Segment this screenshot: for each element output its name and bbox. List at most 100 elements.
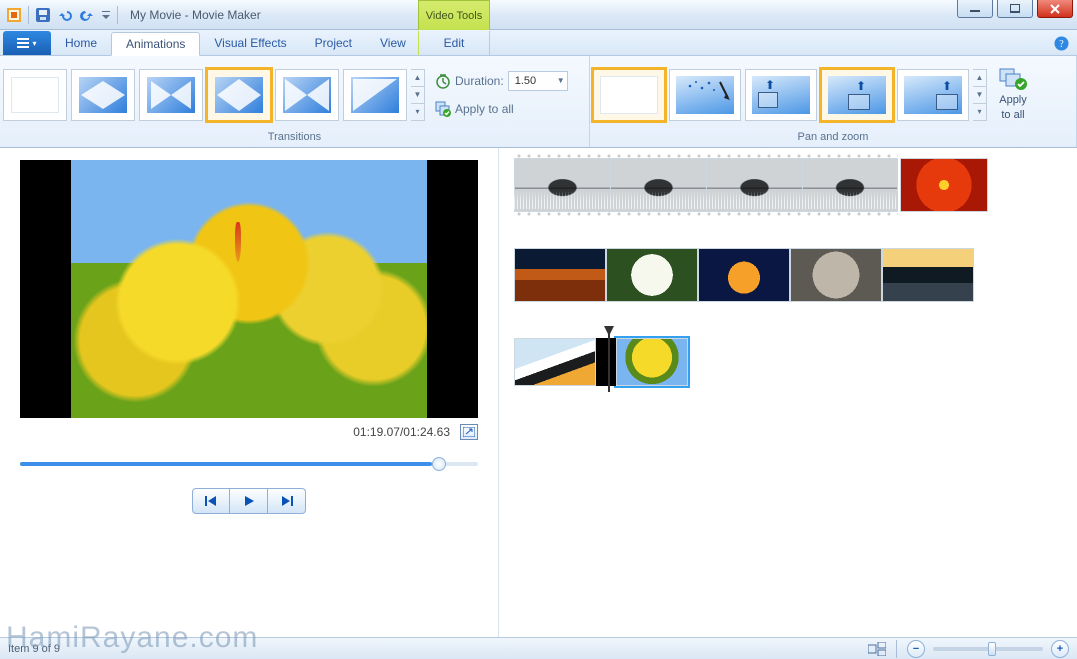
duration-label: Duration:: [455, 74, 504, 88]
transition-option[interactable]: [71, 69, 135, 121]
apply-all-icon: [435, 101, 451, 117]
quick-access-toolbar: [0, 5, 124, 25]
pan-zoom-option-selected[interactable]: ⬆: [821, 69, 893, 121]
clip[interactable]: [514, 338, 596, 386]
zoom-slider[interactable]: [933, 647, 1043, 651]
file-tab[interactable]: ▾: [3, 31, 51, 55]
context-tab-header: Video Tools: [418, 0, 490, 30]
zoom-thumb[interactable]: [988, 642, 996, 656]
duration-value: 1.50: [515, 75, 536, 87]
transition-option[interactable]: [343, 69, 407, 121]
close-button[interactable]: [1037, 0, 1073, 18]
duration-row: Duration: 1.50 ▼: [435, 70, 568, 92]
save-icon[interactable]: [33, 5, 53, 25]
tab-edit[interactable]: Edit: [418, 31, 490, 55]
tab-project[interactable]: Project: [301, 31, 366, 55]
title-bar: My Movie - Movie Maker Video Tools: [0, 0, 1077, 30]
chevron-down-icon: ▾: [32, 39, 36, 48]
help-icon[interactable]: ?: [1053, 35, 1069, 51]
clip-selected[interactable]: [616, 338, 688, 386]
apply-to-all-pan-zoom[interactable]: Apply to all: [987, 68, 1039, 120]
ribbon-tabs: ▾ Home Animations Visual Effects Project…: [0, 30, 1077, 56]
transitions-gallery: ▲ ▼ ▾: [3, 69, 425, 121]
transition-option-selected[interactable]: [207, 69, 271, 121]
workspace: 01:19.07/01:24.63: [0, 148, 1077, 637]
clip[interactable]: [882, 248, 974, 302]
transport-controls: [192, 488, 306, 514]
sparkle-icon: [676, 76, 736, 116]
pan-zoom-none[interactable]: [593, 69, 665, 121]
transition-none[interactable]: [3, 69, 67, 121]
pan-zoom-gallery: ⬆ ⬆ ⬆ ▲ ▼ ▾: [593, 69, 987, 121]
separator: [896, 640, 897, 658]
tab-visual-effects[interactable]: Visual Effects: [200, 31, 300, 55]
pan-zoom-option[interactable]: ⬆: [897, 69, 969, 121]
separator: [28, 6, 29, 24]
scroll-up-icon[interactable]: ▲: [973, 70, 986, 86]
qat-dropdown-icon[interactable]: [99, 5, 113, 25]
seek-fill: [20, 462, 432, 466]
scroll-up-icon[interactable]: ▲: [411, 70, 424, 86]
pan-zoom-option[interactable]: [669, 69, 741, 121]
playhead[interactable]: [608, 332, 610, 392]
preview-monitor: [20, 160, 478, 418]
window-controls: [957, 0, 1073, 18]
gallery-dropdown-icon[interactable]: ▾: [411, 103, 424, 120]
view-thumbnails-button[interactable]: [868, 642, 886, 656]
group-label: Pan and zoom: [593, 131, 1073, 145]
scroll-down-icon[interactable]: ▼: [973, 86, 986, 103]
timecode: 01:19.07/01:24.63: [353, 425, 450, 439]
status-item-count: Item 9 of 9: [8, 643, 60, 655]
transition-option[interactable]: [139, 69, 203, 121]
storyboard-row: [514, 158, 1065, 212]
seek-thumb[interactable]: [432, 457, 446, 471]
apply-all-line1: Apply: [999, 94, 1027, 106]
file-menu-icon: [17, 38, 29, 48]
clip[interactable]: [698, 248, 790, 302]
storyboard-row: [514, 338, 1065, 386]
tab-animations[interactable]: Animations: [111, 32, 200, 56]
clip[interactable]: [514, 248, 606, 302]
storyboard[interactable]: [502, 148, 1077, 637]
redo-icon[interactable]: [77, 5, 97, 25]
undo-icon[interactable]: [55, 5, 75, 25]
maximize-button[interactable]: [997, 0, 1033, 18]
scroll-down-icon[interactable]: ▼: [411, 86, 424, 103]
tab-view[interactable]: View: [366, 31, 420, 55]
clip[interactable]: [606, 248, 698, 302]
pan-zoom-option[interactable]: ⬆: [745, 69, 817, 121]
duration-icon: [435, 73, 451, 89]
clip[interactable]: [900, 158, 988, 212]
zoom-out-button[interactable]: −: [907, 640, 925, 658]
preview-seek-slider[interactable]: [20, 462, 478, 466]
apply-all-line2: to all: [1001, 109, 1024, 121]
tab-home[interactable]: Home: [51, 31, 111, 55]
ribbon-group-transitions: ▲ ▼ ▾ Duration: 1.50 ▼: [0, 56, 590, 147]
play-button[interactable]: [230, 488, 268, 514]
prev-frame-button[interactable]: [192, 488, 230, 514]
transition-gap[interactable]: [596, 338, 616, 386]
gallery-dropdown-icon[interactable]: ▾: [973, 103, 986, 120]
zoom-in-button[interactable]: +: [1051, 640, 1069, 658]
apply-all-icon: [999, 68, 1027, 92]
transitions-gallery-expand[interactable]: ▲ ▼ ▾: [411, 69, 425, 121]
duration-input[interactable]: 1.50 ▼: [508, 71, 568, 91]
svg-text:?: ?: [1059, 39, 1064, 50]
next-frame-button[interactable]: [268, 488, 306, 514]
apply-all-label: Apply to all: [455, 102, 514, 116]
preview-pane: 01:19.07/01:24.63: [0, 148, 498, 637]
ribbon: ▲ ▼ ▾ Duration: 1.50 ▼: [0, 56, 1077, 148]
pan-zoom-gallery-expand[interactable]: ▲ ▼ ▾: [973, 69, 987, 121]
transition-option[interactable]: [275, 69, 339, 121]
audio-waveform: [514, 191, 898, 209]
fullscreen-button[interactable]: [460, 424, 478, 440]
app-icon[interactable]: [4, 5, 24, 25]
ribbon-group-pan-zoom: ⬆ ⬆ ⬆ ▲ ▼ ▾: [590, 56, 1077, 147]
apply-to-all-transitions[interactable]: Apply to all: [435, 98, 568, 120]
storyboard-row: [514, 248, 1065, 302]
clip[interactable]: [790, 248, 882, 302]
window-title: My Movie - Movie Maker: [130, 8, 261, 22]
separator: [117, 6, 118, 24]
group-label: Transitions: [3, 131, 586, 145]
minimize-button[interactable]: [957, 0, 993, 18]
